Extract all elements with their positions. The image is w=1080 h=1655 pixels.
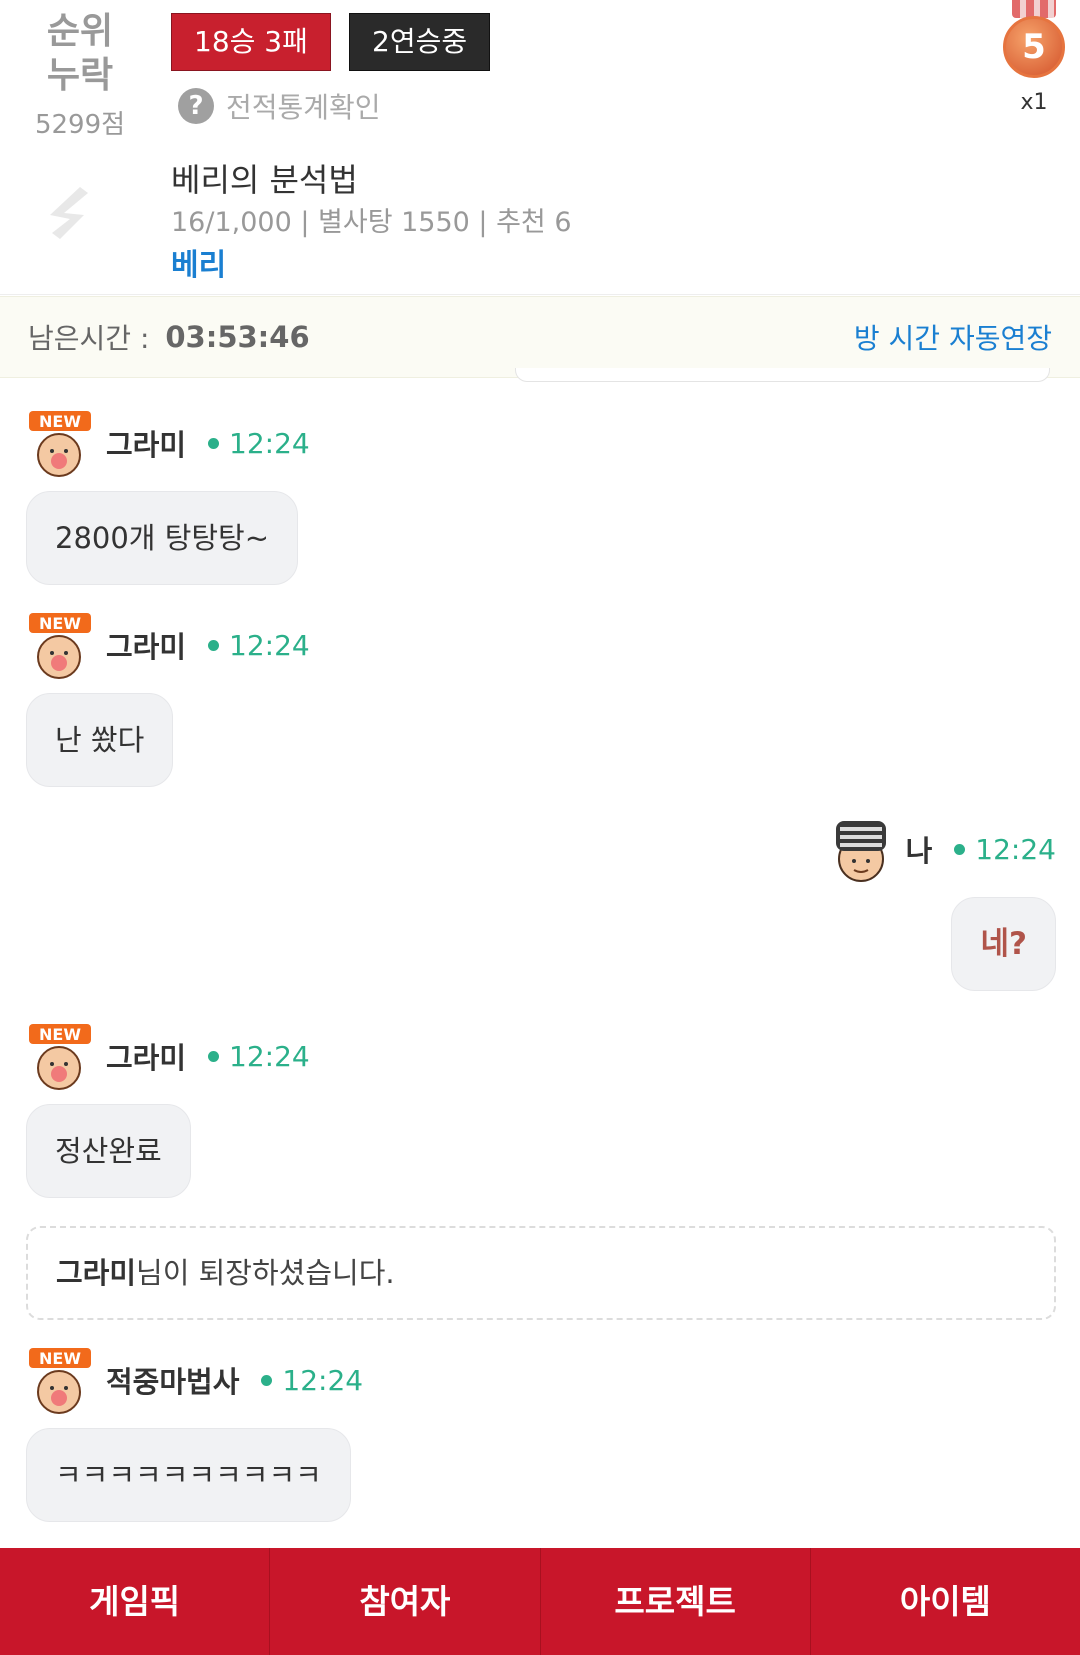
my-message-bubble: 네? xyxy=(951,897,1056,991)
post-title[interactable]: 베리의 분석법 xyxy=(171,155,358,201)
message-header: NEW 그라미 12:24 xyxy=(26,409,310,477)
new-user-avatar-icon[interactable]: NEW xyxy=(26,1022,96,1090)
message-username[interactable]: 그라미 xyxy=(106,422,186,464)
medal-icon: 5 xyxy=(1003,16,1065,78)
room-header: 순위 누락 5299점 18승 3패 2연승중 ? 전적통계확인 5 x1 베리… xyxy=(0,0,1080,295)
message-time: 12:24 xyxy=(208,1040,310,1073)
new-badge: NEW xyxy=(39,1025,81,1044)
previous-bubble-edge xyxy=(515,368,1050,382)
message-header: NEW 그라미 12:24 xyxy=(26,1022,310,1090)
message-bubble: 2800개 탕탕탕~ xyxy=(26,491,299,585)
medal-block[interactable]: 5 x1 xyxy=(1002,0,1066,115)
post-author[interactable]: 베리 xyxy=(171,240,226,284)
medal-count: x1 xyxy=(1020,90,1048,115)
stats-link-label: 전적통계확인 xyxy=(226,91,381,124)
bottom-nav: 게임픽 참여자 프로젝트 아이템 xyxy=(0,1548,1080,1655)
stats-link[interactable]: ? 전적통계확인 xyxy=(178,86,381,126)
record-badge: 18승 3패 xyxy=(171,13,331,71)
post-meta: 16/1,000 | 별사탕 1550 | 추천 6 xyxy=(171,207,572,238)
new-badge: NEW xyxy=(39,1349,81,1368)
rank-status: 순위 누락 xyxy=(46,11,114,96)
my-avatar-icon[interactable] xyxy=(826,815,896,883)
timer-label: 남은시간 : xyxy=(28,322,150,355)
timer-bar: 남은시간 : 03:53:46 방 시간 자동연장 xyxy=(0,296,1080,378)
new-user-avatar-icon[interactable]: NEW xyxy=(26,611,96,679)
rank-score: 5299점 xyxy=(34,110,126,140)
timer-value: 03:53:46 xyxy=(165,320,310,354)
message-time: 12:24 xyxy=(954,833,1056,866)
message-bubble: 정산완료 xyxy=(26,1104,191,1198)
leave-notice-user: 그라미 xyxy=(56,1256,137,1290)
message-username[interactable]: 그라미 xyxy=(106,624,186,666)
message-username[interactable]: 적중마법사 xyxy=(106,1359,239,1401)
message-time: 12:24 xyxy=(208,629,310,662)
message-header: NEW 적중마법사 12:24 xyxy=(26,1346,363,1414)
message-bubble: 난 쐈다 xyxy=(26,693,174,787)
rank-block: 순위 누락 5299점 xyxy=(30,10,130,141)
nav-participants[interactable]: 참여자 xyxy=(269,1548,539,1655)
new-user-avatar-icon[interactable]: NEW xyxy=(26,1346,96,1414)
message-bubble: ㅋㅋㅋㅋㅋㅋㅋㅋㅋㅋ xyxy=(26,1428,351,1522)
new-user-avatar-icon[interactable]: NEW xyxy=(26,409,96,477)
lightning-icon xyxy=(50,187,88,239)
question-icon: ? xyxy=(178,88,214,124)
my-message-header: 나 12:24 xyxy=(826,815,1056,883)
new-badge: NEW xyxy=(39,614,81,633)
message-header: NEW 그라미 12:24 xyxy=(26,611,310,679)
nav-project[interactable]: 프로젝트 xyxy=(539,1548,810,1655)
new-badge: NEW xyxy=(39,412,81,431)
nav-game-pick[interactable]: 게임픽 xyxy=(0,1548,269,1655)
message-username[interactable]: 그라미 xyxy=(106,1035,186,1077)
message-username: 나 xyxy=(905,834,933,868)
message-time: 12:24 xyxy=(261,1364,363,1397)
leave-notice: 그라미님이 퇴장하셨습니다. xyxy=(26,1226,1056,1320)
streak-badge: 2연승중 xyxy=(349,13,491,71)
message-time: 12:24 xyxy=(208,427,310,460)
leave-notice-text: 님이 퇴장하셨습니다. xyxy=(136,1256,395,1290)
nav-items[interactable]: 아이템 xyxy=(809,1548,1080,1655)
auto-extend-link[interactable]: 방 시간 자동연장 xyxy=(854,317,1052,357)
